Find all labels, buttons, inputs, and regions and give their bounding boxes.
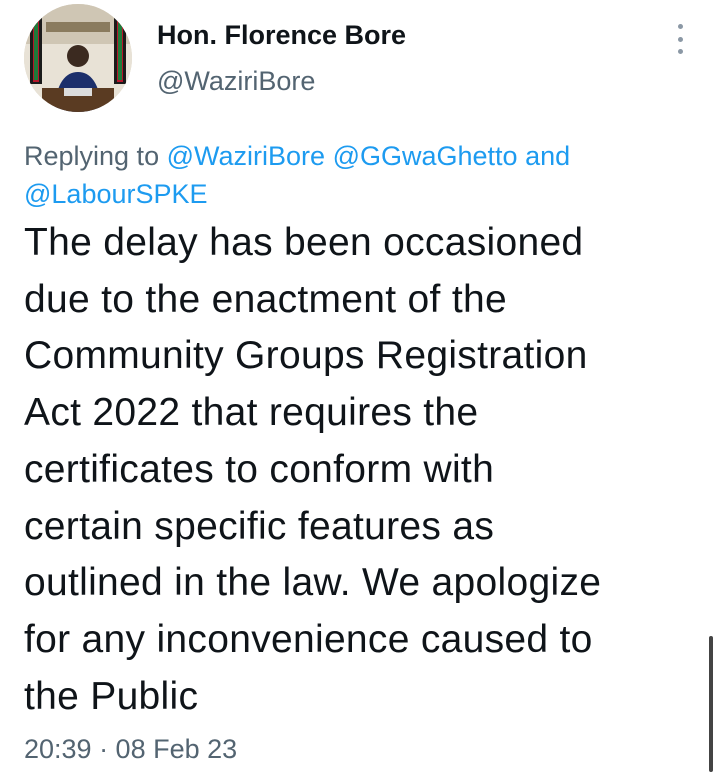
mention-link[interactable]: @WaziriBore xyxy=(167,141,325,171)
more-vertical-icon-dot xyxy=(677,36,683,42)
author-handle[interactable]: @WaziriBore xyxy=(157,66,315,97)
replying-to-line: Replying to @WaziriBore @GGwaGhetto and … xyxy=(24,137,674,213)
author-avatar[interactable] xyxy=(24,4,132,112)
mention-conjunction[interactable]: and xyxy=(525,141,570,171)
tweet: Hon. Florence Bore @WaziriBore Replying … xyxy=(0,0,717,772)
replying-to-label: Replying to xyxy=(24,141,160,171)
mention-link[interactable]: @GGwaGhetto xyxy=(333,141,518,171)
more-vertical-icon-dot xyxy=(677,24,683,29)
mention-link[interactable]: @LabourSPKE xyxy=(24,179,208,209)
more-vertical-icon-dot xyxy=(677,49,683,54)
tweet-timestamp[interactable]: 20:39 · 08 Feb 23 xyxy=(24,734,237,765)
scrollbar[interactable] xyxy=(709,636,713,772)
profile-photo-icon xyxy=(24,4,132,112)
more-options-button[interactable] xyxy=(668,24,692,54)
tweet-text: The delay has been occasioned due to the… xyxy=(24,221,602,718)
author-name[interactable]: Hon. Florence Bore xyxy=(157,20,406,51)
